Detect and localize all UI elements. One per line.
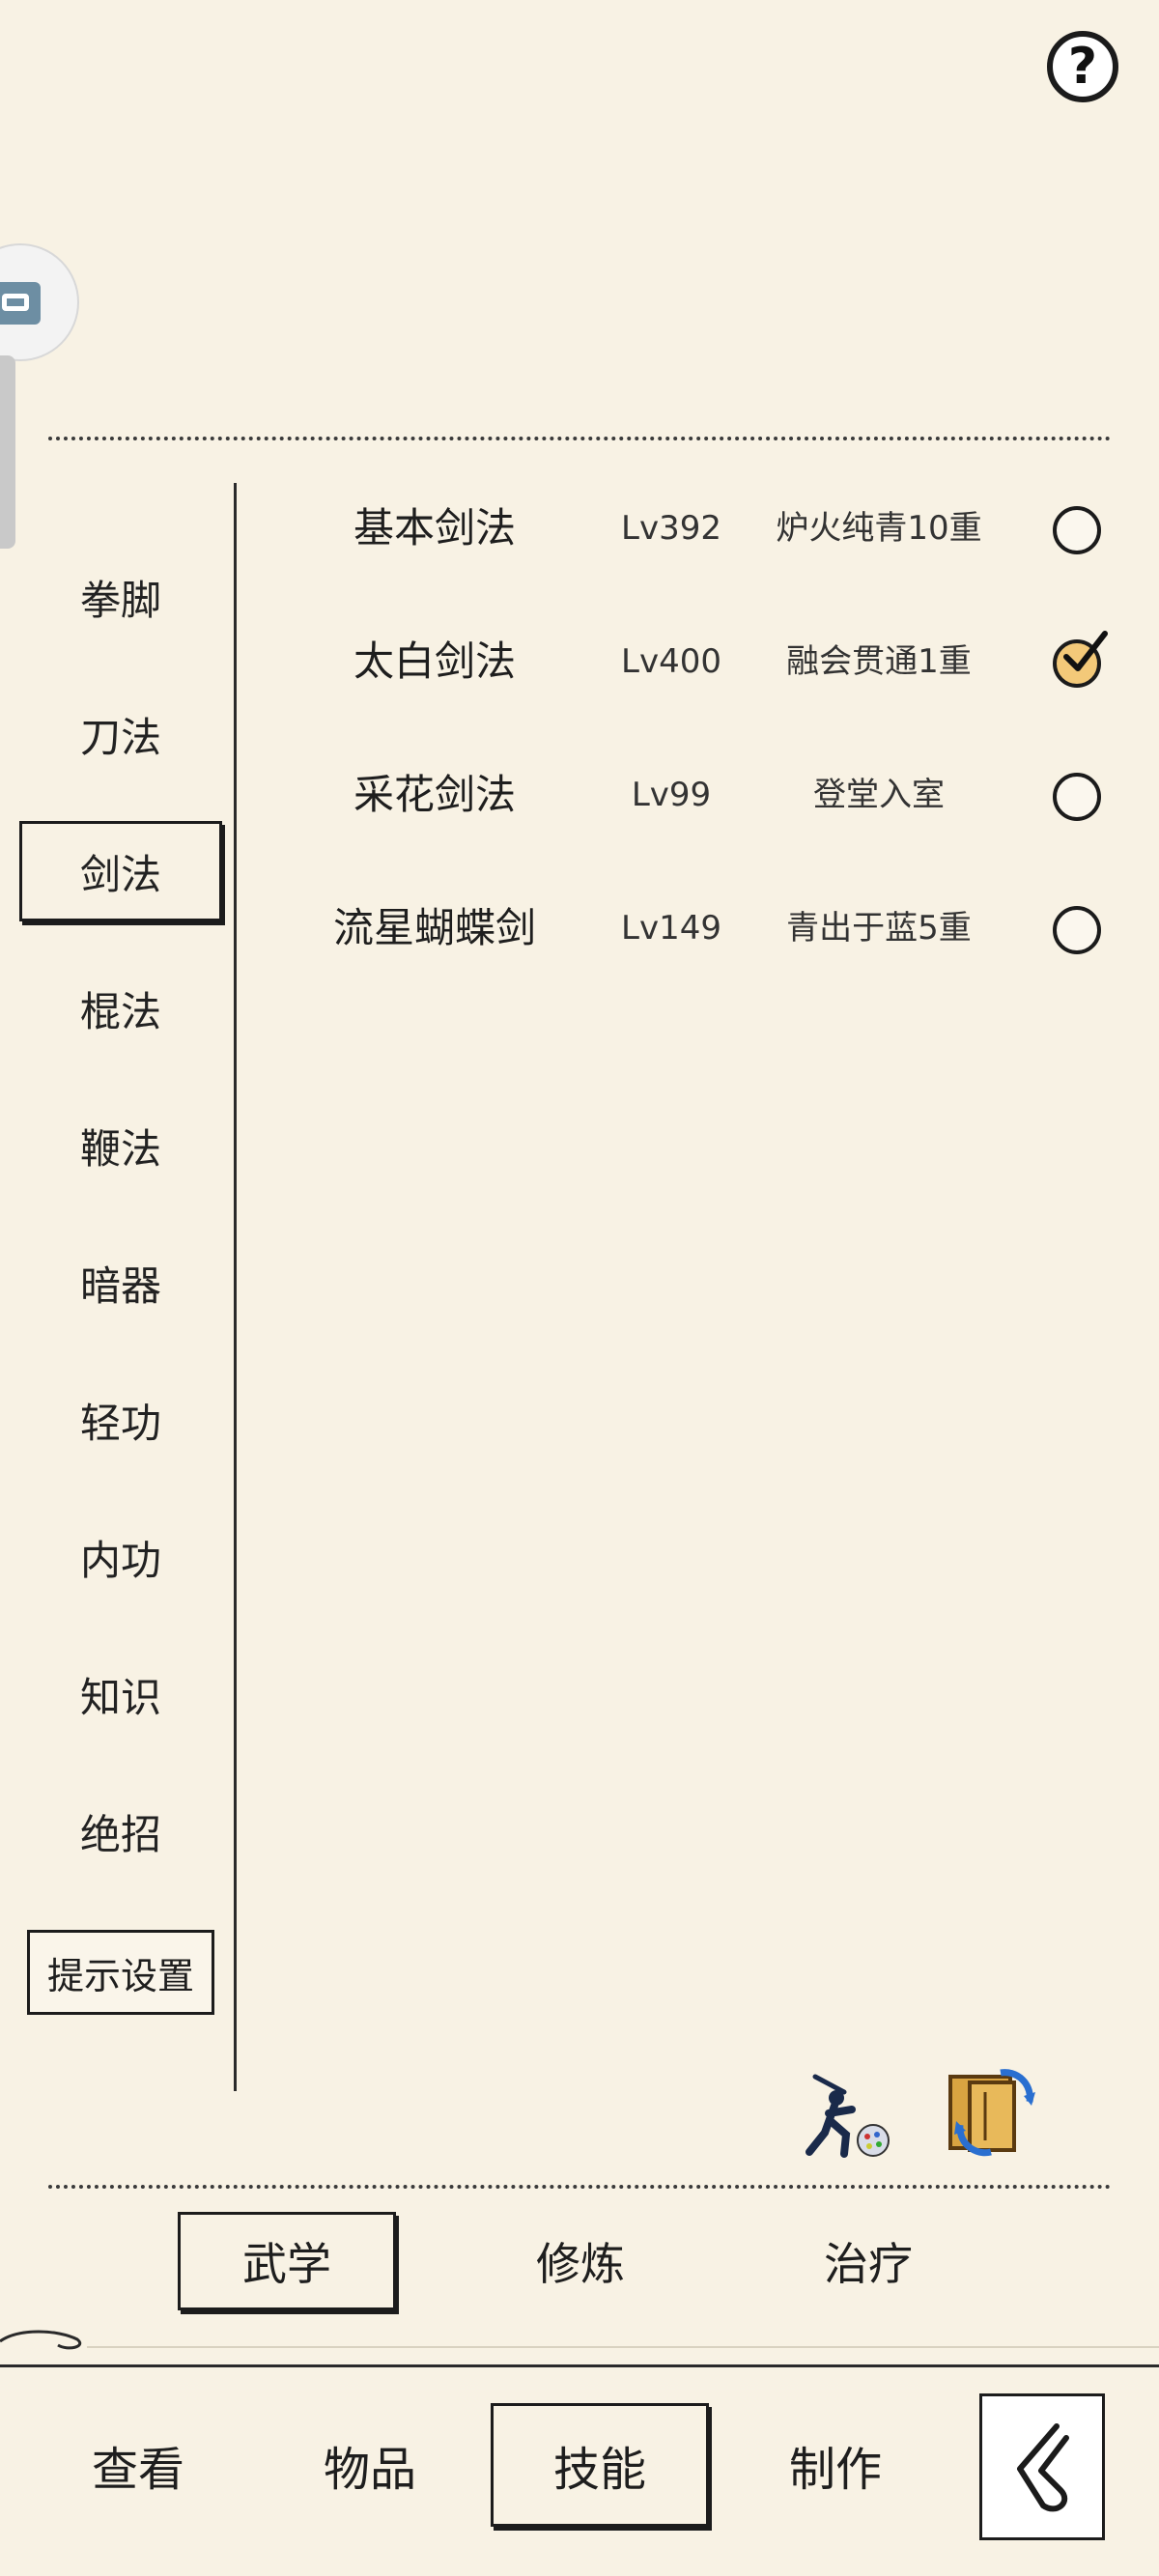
sidebar-item-quanjiao[interactable]: 拳脚 [19, 547, 222, 647]
sidebar-item-label: 拳脚 [79, 576, 161, 624]
checkmark-icon [1063, 631, 1108, 671]
hint-settings-button[interactable]: 提示设置 [27, 1930, 214, 2015]
sidebar-item-gunfa[interactable]: 棍法 [19, 958, 222, 1059]
nav-wupin[interactable]: 物品 [261, 2403, 479, 2527]
sidebar-item-jianfa[interactable]: 剑法 [19, 821, 222, 921]
skill-level: Lv400 [621, 642, 721, 681]
tab-label: 武学 [242, 2238, 331, 2290]
sidebar-item-bianfa[interactable]: 鞭法 [19, 1095, 222, 1196]
skill-row[interactable]: 流星蝴蝶剑 Lv149 青出于蓝5重 [290, 885, 1120, 972]
sidebar-item-juezhao[interactable]: 绝招 [19, 1781, 222, 1882]
sidebar-item-label: 轻功 [79, 1399, 161, 1447]
sidebar-item-label: 绝招 [79, 1810, 161, 1858]
top-divider [48, 437, 1111, 440]
skill-name: 流星蝴蝶剑 [332, 904, 536, 951]
nav-zhizuo[interactable]: 制作 [726, 2403, 945, 2527]
brush-decoration [0, 2330, 1159, 2350]
sidebar-item-label: 剑法 [79, 850, 161, 898]
skill-select-checkbox[interactable] [1053, 506, 1101, 554]
nav-label: 技能 [552, 2443, 646, 2497]
skill-realm: 登堂入室 [813, 776, 945, 814]
sidebar-item-label: 棍法 [79, 987, 161, 1035]
tab-xiulian[interactable]: 修炼 [471, 2212, 690, 2310]
skill-select-checkbox[interactable] [1053, 773, 1101, 821]
skill-name: 太白剑法 [353, 637, 516, 685]
skill-name: 采花剑法 [353, 771, 516, 818]
nav-label: 查看 [91, 2443, 184, 2497]
skill-select-checkbox[interactable] [1053, 906, 1101, 954]
scroll-swap-icon[interactable] [943, 2063, 1039, 2160]
sidebar-item-label: 暗器 [79, 1261, 161, 1310]
sidebar-item-label: 刀法 [79, 713, 161, 761]
sidebar-item-neigong[interactable]: 内功 [19, 1507, 222, 1607]
skill-row[interactable]: 采花剑法 Lv99 登堂入室 [290, 751, 1120, 838]
tab-label: 治疗 [824, 2238, 913, 2290]
skill-level: Lv149 [621, 909, 721, 948]
sidebar-item-label: 鞭法 [79, 1124, 161, 1173]
nav-chakan[interactable]: 查看 [29, 2403, 247, 2527]
tab-zhiliao[interactable]: 治疗 [759, 2212, 977, 2310]
skill-row[interactable]: 基本剑法 Lv392 炉火纯青10重 [290, 485, 1120, 572]
sidebar-item-daofa[interactable]: 刀法 [19, 684, 222, 784]
swordsman-icon[interactable] [796, 2065, 892, 2162]
back-arrow-icon [1017, 2423, 1069, 2512]
app-logo-icon [0, 282, 41, 325]
skill-level: Lv392 [621, 509, 721, 548]
nav-jineng[interactable]: 技能 [491, 2403, 709, 2527]
bottom-divider [48, 2185, 1111, 2189]
floating-ball[interactable] [0, 243, 79, 361]
sidebar-item-anqi[interactable]: 暗器 [19, 1232, 222, 1333]
back-button[interactable] [979, 2393, 1105, 2540]
skill-row[interactable]: 太白剑法 Lv400 融会贯通1重 [290, 618, 1120, 705]
tab-wuxue[interactable]: 武学 [178, 2212, 396, 2310]
nav-label: 制作 [788, 2443, 882, 2497]
sidebar-item-label: 知识 [79, 1673, 161, 1721]
skill-realm: 青出于蓝5重 [786, 909, 972, 948]
hint-settings-label: 提示设置 [46, 1954, 194, 1997]
sidebar-item-label: 内功 [79, 1536, 161, 1584]
nav-label: 物品 [323, 2443, 416, 2497]
skill-name: 基本剑法 [353, 504, 516, 552]
tab-label: 修炼 [536, 2238, 625, 2290]
sidebar-item-zhishi[interactable]: 知识 [19, 1644, 222, 1744]
question-icon: ? [1067, 38, 1098, 96]
skill-realm: 融会贯通1重 [786, 642, 972, 681]
sidebar-item-qinggong[interactable]: 轻功 [19, 1370, 222, 1470]
skill-realm: 炉火纯青10重 [776, 509, 982, 548]
sidebar-divider [234, 483, 237, 2091]
help-button[interactable]: ? [1047, 31, 1118, 102]
skill-select-checkbox[interactable] [1053, 631, 1108, 688]
floating-side-tab[interactable] [0, 355, 15, 549]
skill-level: Lv99 [631, 776, 712, 814]
